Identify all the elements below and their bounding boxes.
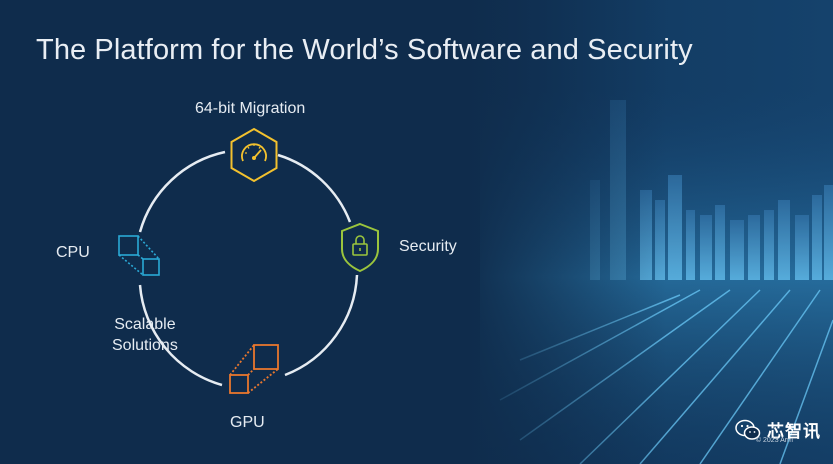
label-scalable-line1: Scalable [114,316,176,333]
slide: The Platform for the World’s Software an… [0,0,833,464]
label-cpu: CPU [56,244,90,261]
cycle-arc-left-top [138,150,226,233]
label-gpu: GPU [230,414,265,431]
cycle-arc-right-bottom [284,274,359,377]
label-security: Security [399,238,457,255]
label-64bit-migration: 64-bit Migration [195,100,306,117]
shield-lock-icon [341,222,379,273]
gpu-squares-icon [229,344,279,394]
cycle-arc-top-right [277,153,352,223]
label-scalable-solutions: Scalable Solutions [112,314,178,356]
platform-cycle-diagram [118,127,379,394]
copyright-text: © 2023 Arm [755,437,793,444]
cpu-squares-icon [118,235,160,276]
speedometer-hexagon-icon [230,127,278,183]
label-scalable-line2: Solutions [112,337,178,354]
